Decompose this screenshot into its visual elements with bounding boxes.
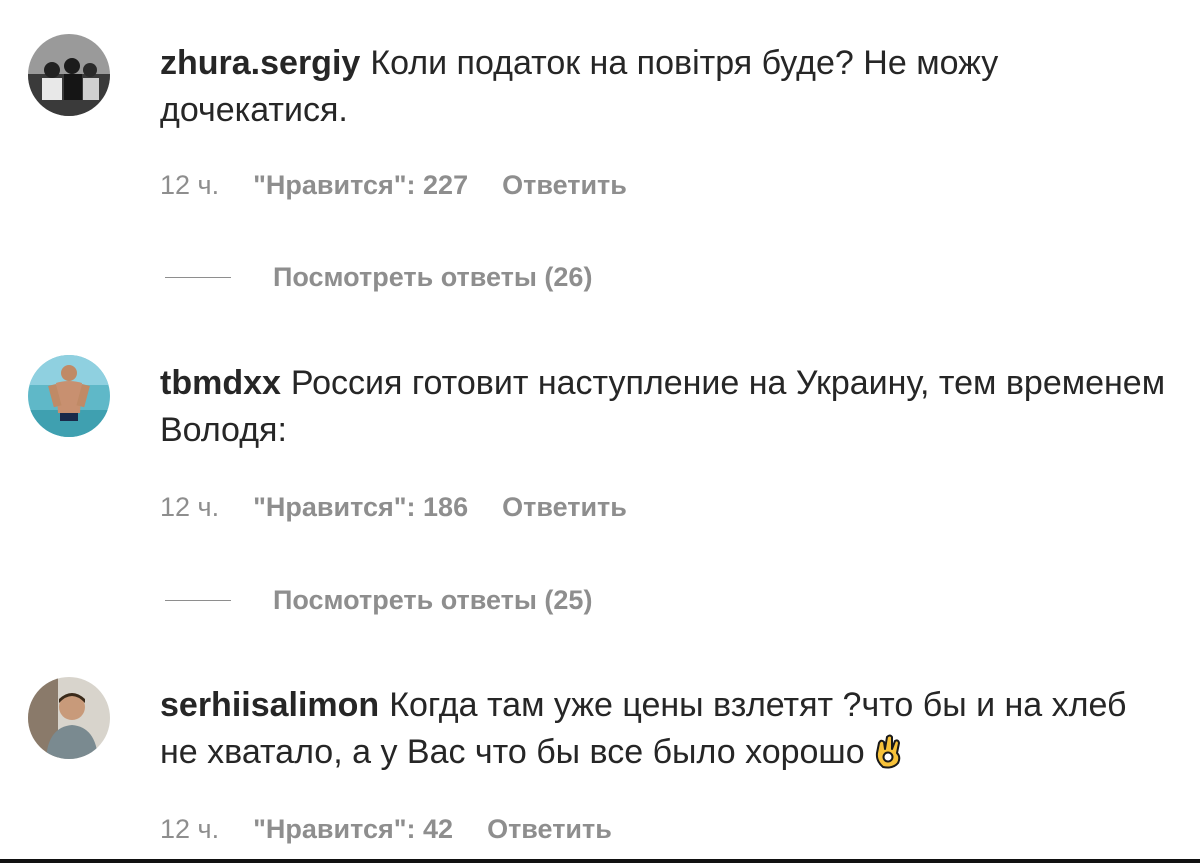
comment-username[interactable]: serhiisalimon bbox=[160, 686, 379, 724]
view-replies-button[interactable]: Посмотреть ответы (26) bbox=[165, 262, 592, 293]
comment-meta: 12 ч. "Нравится": 227 Ответить bbox=[160, 170, 627, 201]
ok-hand-icon bbox=[873, 733, 905, 769]
replies-divider-line bbox=[165, 600, 231, 601]
avatar-image bbox=[28, 34, 110, 116]
comment-time[interactable]: 12 ч. bbox=[160, 492, 219, 523]
avatar[interactable] bbox=[28, 34, 110, 116]
view-replies-label: Посмотреть ответы (26) bbox=[273, 262, 593, 292]
reply-button[interactable]: Ответить bbox=[502, 492, 627, 523]
view-replies-button[interactable]: Посмотреть ответы (25) bbox=[165, 585, 592, 616]
comment-time[interactable]: 12 ч. bbox=[160, 814, 219, 845]
reply-button[interactable]: Ответить bbox=[502, 170, 627, 201]
comment-text-block: tbmdxx Россия готовит наступление на Укра… bbox=[160, 360, 1170, 454]
comment-text: Россия готовит наступление на Украину, т… bbox=[160, 364, 1166, 449]
view-replies-label: Посмотреть ответы (25) bbox=[273, 585, 593, 615]
comment-text-block: zhura.sergiy Коли податок на повітря буде… bbox=[160, 40, 1170, 134]
comment-username[interactable]: tbmdxx bbox=[160, 364, 281, 402]
reply-button[interactable]: Ответить bbox=[487, 814, 612, 845]
likes-count[interactable]: "Нравится": 42 bbox=[253, 814, 453, 845]
avatar[interactable] bbox=[28, 355, 110, 437]
avatar-image bbox=[28, 355, 110, 437]
likes-count[interactable]: "Нравится": 227 bbox=[253, 170, 468, 201]
replies-divider-line bbox=[165, 277, 231, 278]
comment-time[interactable]: 12 ч. bbox=[160, 170, 219, 201]
avatar[interactable] bbox=[28, 677, 110, 759]
bottom-border bbox=[0, 859, 1200, 863]
comment-meta: 12 ч. "Нравится": 186 Ответить bbox=[160, 492, 627, 523]
comment-username[interactable]: zhura.sergiy bbox=[160, 44, 360, 82]
comment-meta: 12 ч. "Нравится": 42 Ответить bbox=[160, 814, 612, 845]
avatar-image bbox=[28, 677, 110, 759]
likes-count[interactable]: "Нравится": 186 bbox=[253, 492, 468, 523]
comment-text-block: serhiisalimon Когда там уже цены взлетят … bbox=[160, 682, 1170, 776]
